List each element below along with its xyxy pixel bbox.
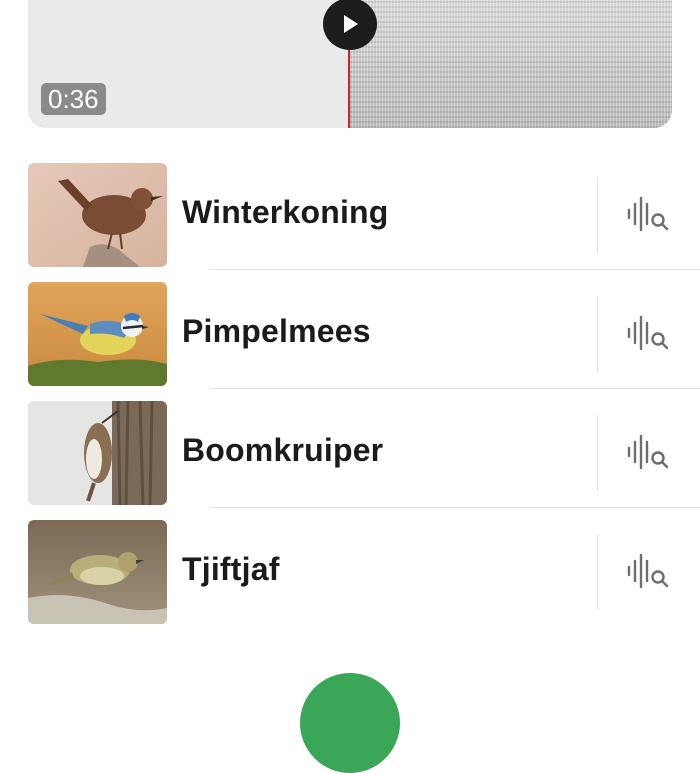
play-button[interactable] — [323, 0, 377, 50]
species-photo — [28, 163, 167, 267]
species-name[interactable]: Pimpelmees — [182, 313, 371, 350]
species-row[interactable]: Boomkruiper — [0, 388, 700, 508]
play-icon — [344, 15, 358, 33]
species-name[interactable]: Boomkruiper — [182, 432, 383, 469]
divider — [597, 177, 598, 253]
analyze-sound-icon[interactable] — [626, 314, 670, 352]
divider — [597, 534, 598, 610]
record-button[interactable] — [300, 673, 400, 773]
species-list: Winterkoning Pimpelmees Boomkruiper Tjif… — [0, 150, 700, 626]
analyze-sound-icon[interactable] — [626, 433, 670, 471]
divider — [597, 296, 598, 372]
species-name[interactable]: Winterkoning — [182, 194, 389, 231]
species-name[interactable]: Tjiftjaf — [182, 551, 280, 588]
divider — [597, 415, 598, 491]
species-row[interactable]: Pimpelmees — [0, 269, 700, 389]
analyze-sound-icon[interactable] — [626, 195, 670, 233]
species-photo — [28, 520, 167, 624]
species-photo — [28, 282, 167, 386]
spectrogram[interactable] — [349, 0, 672, 128]
species-row[interactable]: Winterkoning — [0, 150, 700, 270]
playback-time: 0:36 — [41, 83, 106, 115]
species-photo — [28, 401, 167, 505]
species-row[interactable]: Tjiftjaf — [0, 507, 700, 626]
analyze-sound-icon[interactable] — [626, 552, 670, 590]
